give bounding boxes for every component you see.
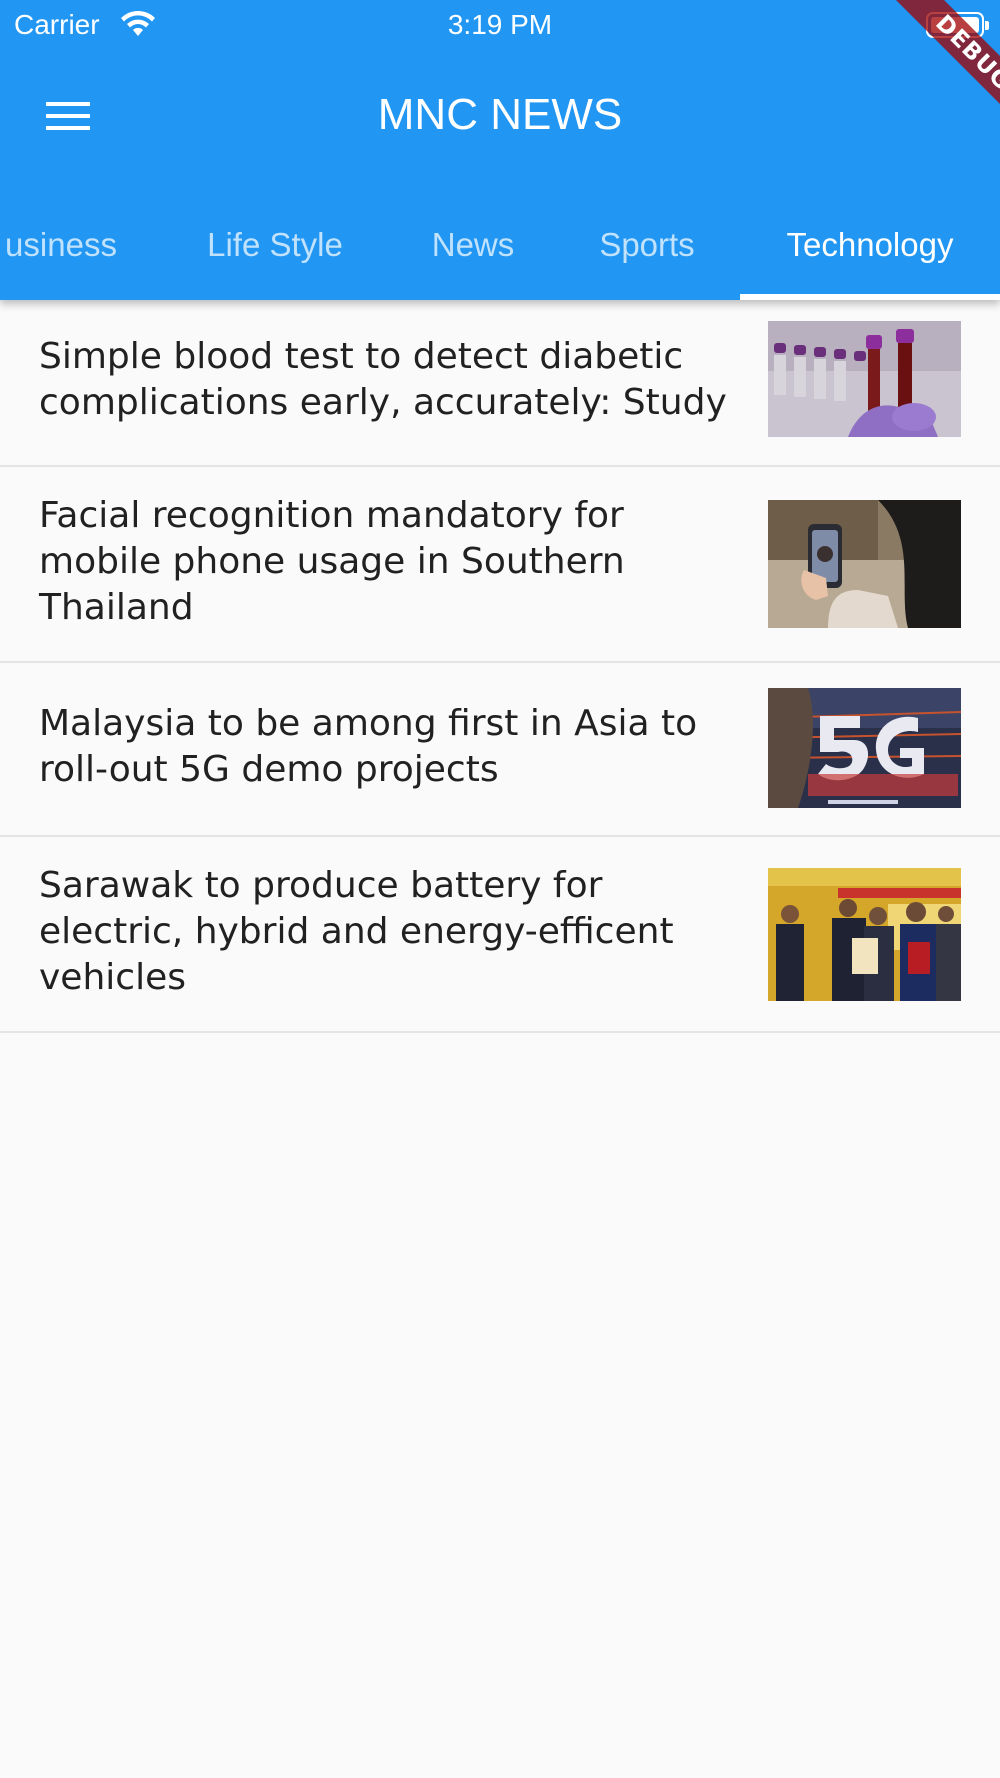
category-tabs: usiness Life Style News Sports Technolog… (0, 190, 1000, 300)
article-thumbnail (768, 500, 961, 628)
article-title: Simple blood test to detect diabetic com… (39, 336, 727, 423)
article-title: Facial recognition mandatory for mobile … (39, 495, 625, 628)
tab-business[interactable]: usiness (0, 190, 130, 300)
article-title: Sarawak to produce battery for electric,… (39, 865, 674, 998)
tab-label: Sports (599, 226, 695, 263)
list-item[interactable]: Sarawak to produce battery for electric,… (0, 837, 1000, 1033)
tab-label: usiness (5, 226, 117, 263)
article-thumbnail (768, 868, 961, 1001)
status-time: 3:19 PM (447, 9, 553, 40)
list-item[interactable]: Simple blood test to detect diabetic com… (0, 300, 1000, 467)
debug-banner: DEBUG (858, 0, 1000, 142)
article-thumbnail (768, 688, 961, 808)
article-list: Simple blood test to detect diabetic com… (0, 300, 1000, 1033)
active-tab-indicator (740, 294, 1000, 300)
tab-label: Life Style (207, 226, 343, 263)
article-thumbnail (768, 321, 961, 437)
list-item[interactable]: Facial recognition mandatory for mobile … (0, 467, 1000, 663)
app-bar: Carrier 3:19 PM MNC NEWS usiness Life St… (0, 0, 1000, 300)
list-item[interactable]: Malaysia to be among first in Asia to ro… (0, 663, 1000, 837)
tab-technology[interactable]: Technology (740, 190, 1000, 300)
tab-life-style[interactable]: Life Style (170, 190, 380, 300)
tab-label: News (431, 226, 515, 263)
debug-banner-label: DEBUG (876, 0, 1000, 142)
app-title: MNC NEWS (377, 90, 623, 139)
tab-sports[interactable]: Sports (570, 190, 724, 300)
tab-label: Technology (786, 226, 954, 263)
tab-news[interactable]: News (408, 190, 538, 300)
article-title: Malaysia to be among first in Asia to ro… (39, 703, 698, 790)
status-bar: Carrier 3:19 PM (0, 0, 1000, 52)
